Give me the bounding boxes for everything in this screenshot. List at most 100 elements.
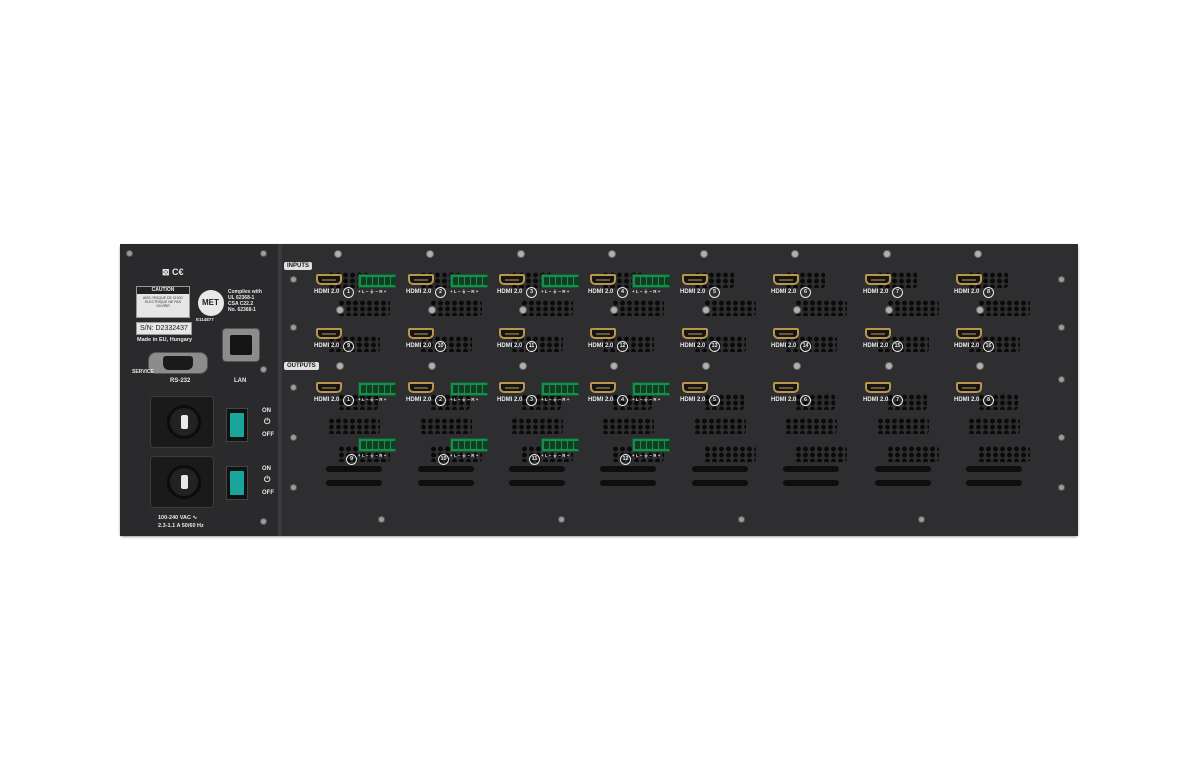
audio-input-terminal[interactable]	[541, 274, 579, 288]
port-number: 2	[435, 287, 446, 298]
power-switch-2[interactable]	[226, 466, 248, 500]
hdmi-input-port[interactable]	[499, 274, 525, 285]
vent-slot	[509, 466, 565, 472]
audio-output-terminal[interactable]	[450, 438, 488, 452]
standoff	[519, 306, 527, 314]
hdmi-output-port[interactable]	[316, 382, 342, 393]
panel-screw	[260, 518, 267, 525]
hdmi-output-port[interactable]	[499, 382, 525, 393]
power-icon: ⏻	[264, 417, 271, 426]
vent-slot	[783, 466, 839, 472]
hdmi-input-port[interactable]	[590, 274, 616, 285]
hdmi-input-port[interactable]	[408, 328, 434, 339]
standoff	[974, 250, 982, 258]
panel-screw	[260, 250, 267, 257]
hdmi-input-port[interactable]	[682, 274, 708, 285]
audio-input-terminal[interactable]	[450, 274, 488, 288]
standoff	[976, 306, 984, 314]
panel-screw	[290, 276, 297, 283]
made-in-label: Made in EU, Hungary	[137, 337, 193, 343]
port-number: 5	[709, 395, 720, 406]
terminal-pin-legend: + L − ⏚ − R +	[450, 289, 479, 294]
vent-slot	[600, 466, 656, 472]
port-number: 11	[529, 454, 540, 465]
audio-output-terminal[interactable]	[541, 382, 579, 396]
port-number: 13	[709, 341, 720, 352]
port-number: 5	[709, 287, 720, 298]
audio-output-terminal[interactable]	[632, 438, 670, 452]
hdmi-input-port[interactable]	[956, 274, 982, 285]
hdmi-output-port[interactable]	[682, 382, 708, 393]
vent-holes	[704, 446, 756, 462]
hdmi-output-port[interactable]	[773, 382, 799, 393]
vent-slot	[418, 480, 474, 486]
terminal-pin-legend: + L − ⏚ − R +	[632, 453, 661, 458]
vent-holes	[521, 300, 573, 316]
rs232-label: RS-232	[170, 378, 191, 384]
audio-output-terminal[interactable]	[541, 438, 579, 452]
hdmi-input-port[interactable]	[316, 328, 342, 339]
port-number: 16	[983, 341, 994, 352]
hdmi-input-port[interactable]	[682, 328, 708, 339]
panel-screw	[290, 434, 297, 441]
power-inlet[interactable]	[150, 396, 214, 448]
hdmi-port-label: HDMI 2.0	[863, 397, 889, 403]
lan-port[interactable]	[222, 328, 260, 362]
hdmi-input-port[interactable]	[865, 328, 891, 339]
vent-holes	[887, 446, 939, 462]
port-number: 1	[343, 395, 354, 406]
audio-input-terminal[interactable]	[358, 274, 396, 288]
hdmi-port-label: HDMI 2.0	[863, 289, 889, 295]
standoff	[976, 362, 984, 370]
standoff	[610, 362, 618, 370]
standoff	[610, 306, 618, 314]
power-switch-1[interactable]	[226, 408, 248, 442]
hdmi-output-port[interactable]	[408, 382, 434, 393]
vent-holes	[602, 418, 654, 434]
standoff	[426, 250, 434, 258]
hdmi-port-label: HDMI 2.0	[680, 343, 706, 349]
audio-output-terminal[interactable]	[632, 382, 670, 396]
port-number: 10	[438, 454, 449, 465]
audio-input-terminal[interactable]	[632, 274, 670, 288]
vent-holes	[785, 418, 837, 434]
audio-output-terminal[interactable]	[358, 438, 396, 452]
hdmi-input-port[interactable]	[316, 274, 342, 285]
terminal-pin-legend: + L − ⏚ − R +	[541, 397, 570, 402]
hdmi-output-port[interactable]	[590, 382, 616, 393]
vent-holes	[704, 300, 756, 316]
audio-output-terminal[interactable]	[450, 382, 488, 396]
vent-slot	[600, 480, 656, 486]
power-icon: ⏻	[264, 475, 271, 484]
caution-title: CAUTION	[137, 287, 189, 294]
vent-slot	[966, 466, 1022, 472]
panel-screw	[1058, 376, 1065, 383]
hdmi-input-port[interactable]	[499, 328, 525, 339]
audio-output-terminal[interactable]	[358, 382, 396, 396]
hdmi-port-label: HDMI 2.0	[954, 343, 980, 349]
panel-screw	[378, 516, 385, 523]
panel-screw	[290, 484, 297, 491]
caution-text: AVIS: RISQUE DE CHOC ELECTRIQUE NE PAS O…	[142, 296, 184, 308]
hdmi-input-port[interactable]	[865, 274, 891, 285]
port-number: 10	[435, 341, 446, 352]
power-inlet[interactable]	[150, 456, 214, 508]
rs232-port[interactable]	[148, 352, 208, 374]
outputs-badge: OUTPUTS	[284, 362, 319, 370]
port-number: 14	[800, 341, 811, 352]
terminal-pin-legend: + L − ⏚ − R +	[358, 453, 387, 458]
port-number: 11	[526, 341, 537, 352]
hdmi-output-port[interactable]	[865, 382, 891, 393]
hdmi-port-label: HDMI 2.0	[314, 397, 340, 403]
vent-slot	[966, 480, 1022, 486]
hdmi-input-port[interactable]	[773, 274, 799, 285]
hdmi-input-port[interactable]	[408, 274, 434, 285]
hdmi-input-port[interactable]	[773, 328, 799, 339]
hdmi-input-port[interactable]	[956, 328, 982, 339]
standoff	[791, 250, 799, 258]
hdmi-port-label: HDMI 2.0	[771, 397, 797, 403]
hdmi-output-port[interactable]	[956, 382, 982, 393]
hdmi-input-port[interactable]	[590, 328, 616, 339]
control-panel: ⊠ C€ CAUTION AVIS: RISQUE DE CHOC ELECTR…	[120, 244, 278, 536]
cert-number: E114877	[196, 317, 214, 322]
